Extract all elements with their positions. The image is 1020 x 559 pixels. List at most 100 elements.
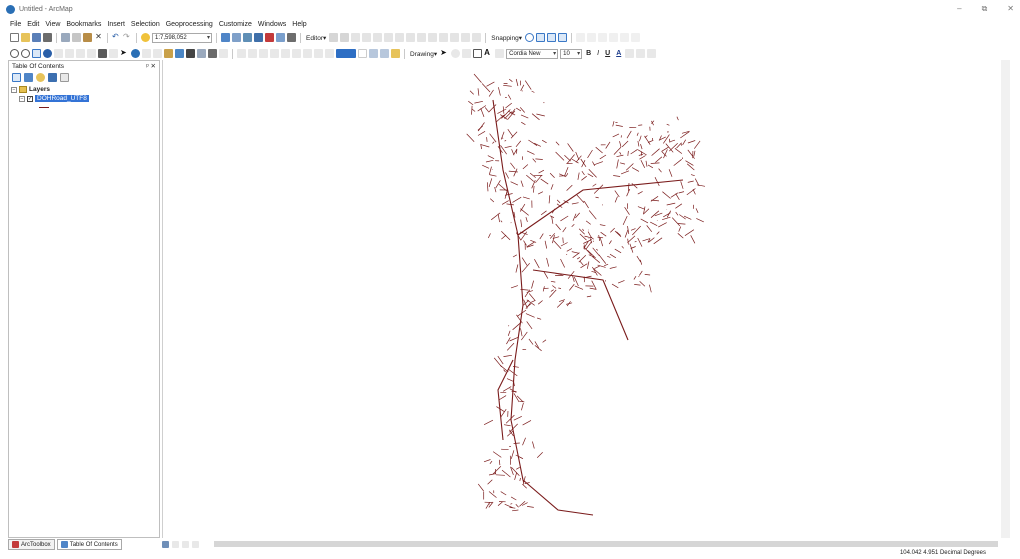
edit-vertices-drawing-icon[interactable] — [495, 49, 505, 58]
point-snapping-icon[interactable] — [524, 33, 534, 42]
horizontal-scrollbar[interactable] — [214, 541, 998, 547]
select-features-icon[interactable] — [98, 49, 107, 58]
font-color-button[interactable]: A — [614, 50, 623, 57]
map-view[interactable] — [162, 60, 1010, 538]
layout-view-icon[interactable] — [172, 541, 179, 548]
menu-selection[interactable]: Selection — [131, 21, 160, 28]
pause-drawing-icon[interactable] — [192, 541, 199, 548]
marker-color-icon[interactable] — [647, 49, 657, 58]
endpoint-arc-icon[interactable] — [362, 33, 372, 42]
point-icon[interactable] — [384, 33, 394, 42]
layer-tools-2-icon[interactable] — [248, 49, 257, 58]
trace-icon[interactable] — [373, 33, 383, 42]
python-window-icon[interactable] — [276, 33, 285, 42]
menu-windows[interactable]: Windows — [258, 21, 286, 28]
find-icon[interactable] — [186, 49, 195, 58]
identify-icon[interactable] — [131, 49, 140, 58]
italic-button[interactable]: I — [595, 50, 601, 57]
georef-scale-icon[interactable] — [630, 33, 640, 42]
create-viewer-window-icon[interactable] — [219, 49, 228, 58]
delete-icon[interactable]: ✕ — [94, 33, 103, 42]
menu-file[interactable]: File — [10, 21, 21, 28]
draw-select-icon[interactable]: ➤ — [440, 49, 450, 58]
edit-annotation-icon[interactable] — [340, 33, 350, 42]
toc-options-icon[interactable] — [60, 72, 69, 82]
pin-icon[interactable]: ᵖ — [146, 63, 148, 70]
undo-icon[interactable]: ↶ — [112, 33, 121, 42]
search-window-icon[interactable] — [254, 33, 263, 42]
menu-edit[interactable]: Edit — [27, 21, 39, 28]
fixed-zoom-out-icon[interactable] — [65, 49, 74, 58]
fill-color-drawing-icon[interactable] — [625, 49, 635, 58]
toc-close-button[interactable]: ✕ — [151, 63, 156, 70]
zoom-out-icon[interactable] — [21, 49, 30, 58]
sketch-properties-icon[interactable] — [461, 33, 471, 42]
model-builder-icon[interactable] — [287, 33, 296, 42]
find-route-icon[interactable] — [175, 49, 184, 58]
data-view-icon[interactable] — [162, 541, 169, 548]
layer-tools-6-icon[interactable] — [292, 49, 301, 58]
collapse-icon[interactable]: − — [19, 95, 25, 102]
new-document-icon[interactable] — [10, 33, 19, 42]
layer-tools-8-icon[interactable] — [314, 49, 323, 58]
rectangle-icon[interactable] — [473, 49, 483, 58]
paste-icon[interactable] — [83, 33, 92, 42]
print-icon[interactable] — [43, 33, 52, 42]
zoom-in-icon[interactable] — [10, 49, 19, 58]
catalog-icon[interactable] — [243, 33, 252, 42]
reshape-icon[interactable] — [406, 33, 416, 42]
georef-rotate-icon[interactable] — [597, 33, 607, 42]
map-scale-combo[interactable]: 1:7,598,052 ▾ — [152, 32, 212, 43]
font-size-combo[interactable]: 10 ▾ — [560, 48, 583, 59]
table-of-contents-icon[interactable] — [232, 33, 241, 42]
layer-tools-9-icon[interactable] — [325, 49, 334, 58]
back-extent-icon[interactable] — [76, 49, 85, 58]
straight-segment-icon[interactable] — [351, 33, 361, 42]
close-button[interactable]: ✕ — [1007, 4, 1014, 14]
zoom-to-selected-icon[interactable] — [462, 49, 472, 58]
end-snapping-icon[interactable] — [535, 33, 545, 42]
snapping-menu[interactable]: Snapping▾ — [490, 34, 523, 42]
layer-tools-7-icon[interactable] — [303, 49, 312, 58]
edit-vertices-icon[interactable] — [395, 33, 405, 42]
menu-insert[interactable]: Insert — [107, 21, 125, 28]
clear-selection-icon[interactable] — [109, 49, 118, 58]
hyperlink-icon[interactable] — [142, 49, 151, 58]
cut-icon[interactable] — [61, 33, 70, 42]
drawing-menu[interactable]: Drawing▾ — [409, 50, 438, 58]
menu-customize[interactable]: Customize — [219, 21, 252, 28]
spatial-tool-icon[interactable] — [369, 49, 378, 58]
spatial-tool-3-icon[interactable] — [391, 49, 400, 58]
arctoolbox-icon[interactable] — [265, 33, 274, 42]
go-to-xy-icon[interactable] — [197, 49, 206, 58]
spatial-tool-2-icon[interactable] — [380, 49, 389, 58]
rotate-icon[interactable] — [439, 33, 449, 42]
layer-name[interactable]: DOHRoad_UTF8 — [35, 95, 89, 102]
menu-help[interactable]: Help — [292, 21, 306, 28]
restore-button[interactable]: ⧉ — [982, 4, 988, 14]
tab-arctoolbox[interactable]: ArcToolbox — [8, 539, 55, 550]
edit-tool-icon[interactable] — [329, 33, 339, 42]
refresh-icon[interactable] — [182, 541, 189, 548]
list-by-selection-icon[interactable] — [48, 72, 57, 82]
save-icon[interactable] — [32, 33, 41, 42]
select-elements-icon[interactable]: ➤ — [120, 49, 129, 58]
menu-view[interactable]: View — [45, 21, 60, 28]
list-by-visibility-icon[interactable] — [36, 72, 45, 82]
georef-icon[interactable] — [575, 33, 585, 42]
list-by-source-icon[interactable] — [24, 72, 33, 82]
add-data-icon[interactable] — [141, 33, 150, 42]
color-dropdown-icon[interactable] — [358, 49, 367, 58]
layer-tools-4-icon[interactable] — [270, 49, 279, 58]
minimize-button[interactable]: – — [957, 4, 961, 14]
layer-tools-icon[interactable] — [237, 49, 246, 58]
font-name-combo[interactable]: Cordia New ▾ — [506, 48, 559, 59]
pan-icon[interactable] — [32, 49, 41, 58]
line-color-icon[interactable] — [636, 49, 646, 58]
layers-root-row[interactable]: − Layers — [11, 85, 159, 94]
create-features-icon[interactable] — [472, 33, 482, 42]
layer-visibility-checkbox[interactable]: ✓ — [27, 95, 33, 102]
copy-icon[interactable] — [72, 33, 81, 42]
layer-row[interactable]: − ✓ DOHRoad_UTF8 — [11, 94, 159, 103]
georef-shift-icon[interactable] — [619, 33, 629, 42]
